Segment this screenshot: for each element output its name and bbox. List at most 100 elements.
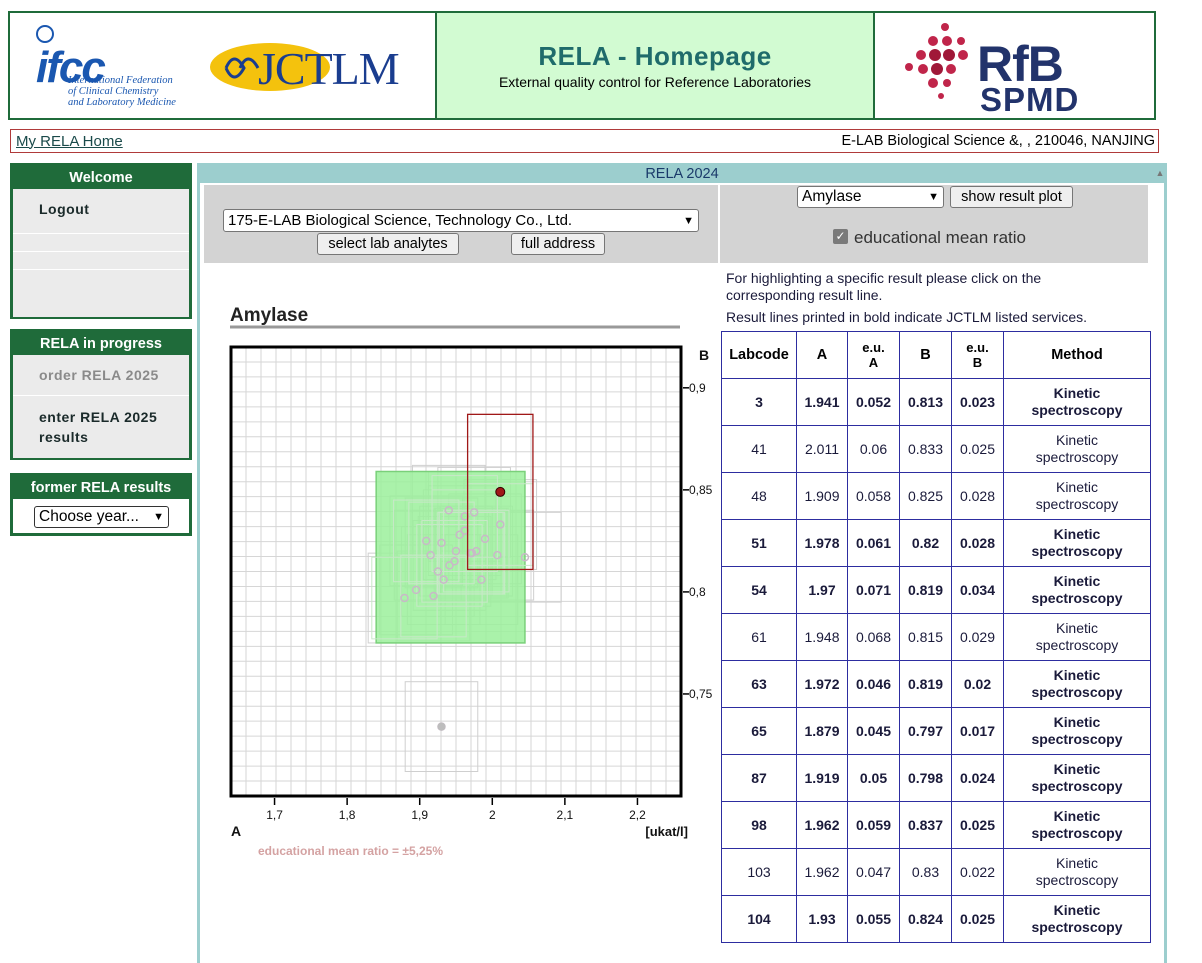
table-cell-eub: 0.025 — [951, 801, 1004, 849]
ifcc-logo-line: International Federation — [68, 75, 173, 86]
table-cell-b: 0.83 — [899, 848, 952, 896]
educational-mean-ratio-label: educational mean ratio — [854, 228, 1027, 247]
lab-select-zone: 175-E-LAB Biological Science, Technology… — [204, 185, 718, 263]
table-cell-a: 1.972 — [796, 660, 848, 708]
table-cell-method: Kinetic spectroscopy — [1003, 848, 1151, 896]
table-cell-a: 1.948 — [796, 613, 848, 661]
table-cell-method: Kinetic spectroscopy — [1003, 895, 1151, 943]
table-cell-b: 0.82 — [899, 519, 952, 567]
table-cell-eua: 0.071 — [847, 566, 900, 614]
table-cell-eub: 0.028 — [951, 519, 1004, 567]
table-row[interactable]: 54 1.97 0.071 0.819 0.034 Kinetic spectroscop… — [721, 566, 1151, 614]
jctlm-logo: JCTLM — [210, 38, 415, 98]
table-row[interactable]: 61 1.948 0.068 0.815 0.029 Kinetic spectrosco… — [721, 613, 1151, 661]
page-header: ifcc International Federation of Clinica… — [8, 11, 1156, 120]
table-cell-b: 0.815 — [899, 613, 952, 661]
y-tick-label: 0,9 — [689, 381, 706, 395]
table-cell-b: 0.825 — [899, 472, 952, 520]
sidebar-blank-row — [13, 269, 189, 317]
year-select[interactable]: Choose year... ▼ — [34, 506, 169, 528]
table-cell-eub: 0.017 — [951, 707, 1004, 755]
x-tick-label: 2,2 — [629, 808, 646, 822]
y-axis-name: B — [699, 347, 709, 363]
sidebar-progress-heading: RELA in progress — [13, 332, 189, 355]
header-logos-left: ifcc International Federation of Clinica… — [10, 13, 437, 118]
table-cell-labcode: 63 — [721, 660, 797, 708]
table-cell-a: 1.879 — [796, 707, 848, 755]
rfb-logo: RfB SPMD — [875, 13, 1154, 118]
table-cell-labcode: 54 — [721, 566, 797, 614]
table-cell-labcode: 98 — [721, 801, 797, 849]
highlight-point — [495, 486, 506, 497]
table-cell-eua: 0.068 — [847, 613, 900, 661]
table-row[interactable]: 51 1.978 0.061 0.82 0.028 Kinetic spectroscop… — [721, 519, 1151, 567]
table-cell-method: Kinetic spectroscopy — [1003, 425, 1151, 473]
table-row[interactable]: 103 1.962 0.047 0.83 0.022 Kinetic spectrosco… — [721, 848, 1151, 896]
col-header: e.u. B — [951, 331, 1004, 379]
col-header-text: e.u. A — [862, 340, 885, 370]
table-cell-b: 0.797 — [899, 707, 952, 755]
ifcc-logo-line: of Clinical Chemistry — [68, 86, 159, 97]
table-cell-eua: 0.05 — [847, 754, 900, 802]
table-cell-eub: 0.024 — [951, 754, 1004, 802]
table-cell-labcode: 61 — [721, 613, 797, 661]
table-cell-a: 1.93 — [796, 895, 848, 943]
table-row[interactable]: 98 1.962 0.059 0.837 0.025 Kinetic spectrosco… — [721, 801, 1151, 849]
full-address-button[interactable]: full address — [511, 233, 605, 255]
lab-select-value: 175-E-LAB Biological Science, Technology… — [228, 212, 573, 229]
logout-link[interactable]: Logout — [13, 189, 189, 233]
table-row[interactable]: 3 1.941 0.052 0.813 0.023 Kinetic spectroscop… — [721, 378, 1151, 426]
table-cell-a: 1.978 — [796, 519, 848, 567]
table-cell-method: Kinetic spectroscopy — [1003, 378, 1151, 426]
x-axis-name: A — [231, 823, 241, 839]
x-tick-label: 1,8 — [339, 808, 356, 822]
table-cell-eub: 0.028 — [951, 472, 1004, 520]
select-lab-analytes-button[interactable]: select lab analytes — [317, 233, 459, 255]
sidebar-blank-row — [13, 233, 189, 251]
table-cell-method: Kinetic spectroscopy — [1003, 707, 1151, 755]
table-row[interactable]: 104 1.93 0.055 0.824 0.025 Kinetic spectrosco… — [721, 895, 1151, 943]
sidebar-welcome-box: Welcome Logout — [10, 163, 192, 319]
analyte-select-value: Amylase — [802, 188, 862, 205]
lab-select[interactable]: 175-E-LAB Biological Science, Technology… — [223, 209, 699, 232]
table-cell-b: 0.824 — [899, 895, 952, 943]
my-rela-home-link[interactable]: My RELA Home — [16, 133, 123, 150]
table-cell-eua: 0.06 — [847, 425, 900, 473]
sidebar-progress-box: RELA in progress order RELA 2025 enter R… — [10, 329, 192, 460]
table-cell-labcode: 3 — [721, 378, 797, 426]
table-cell-eub: 0.025 — [951, 425, 1004, 473]
chart-title: Amylase — [230, 305, 308, 326]
jctlm-logo-text: JCTLM — [258, 43, 400, 94]
show-result-plot-button[interactable]: show result plot — [950, 186, 1073, 208]
table-cell-eua: 0.058 — [847, 472, 900, 520]
table-cell-method: Kinetic spectroscopy — [1003, 566, 1151, 614]
table-cell-labcode: 103 — [721, 848, 797, 896]
educational-mean-ratio-checkbox[interactable]: ✓ — [833, 229, 848, 244]
table-cell-a: 1.941 — [796, 378, 848, 426]
sidebar-former-box: former RELA results Choose year... ▼ — [10, 473, 192, 536]
table-cell-eua: 0.045 — [847, 707, 900, 755]
scroll-up-icon[interactable]: ▲ — [1153, 168, 1167, 182]
table-cell-b: 0.798 — [899, 754, 952, 802]
table-cell-eub: 0.023 — [951, 378, 1004, 426]
table-cell-eua: 0.052 — [847, 378, 900, 426]
table-row[interactable]: 87 1.919 0.05 0.798 0.024 Kinetic spectroscop… — [721, 754, 1151, 802]
table-row[interactable]: 63 1.972 0.046 0.819 0.02 Kinetic spectroscop… — [721, 660, 1151, 708]
table-cell-method: Kinetic spectroscopy — [1003, 660, 1151, 708]
x-unit-label: [ukat/l] — [645, 824, 688, 839]
sidebar-welcome-heading: Welcome — [13, 166, 189, 189]
col-header-text: e.u. B — [966, 340, 989, 370]
table-row[interactable]: 48 1.909 0.058 0.825 0.028 Kinetic spectrosco… — [721, 472, 1151, 520]
order-rela-2025-link[interactable]: order RELA 2025 — [13, 355, 189, 395]
x-tick-label: 1,7 — [266, 808, 283, 822]
col-header: A — [796, 331, 848, 379]
table-row[interactable]: 65 1.879 0.045 0.797 0.017 Kinetic spectrosco… — [721, 707, 1151, 755]
table-cell-b: 0.819 — [899, 566, 952, 614]
y-tick-label: 0,8 — [689, 585, 706, 599]
col-header: Method — [1003, 331, 1151, 379]
analyte-select[interactable]: Amylase ▼ — [797, 186, 944, 208]
sidebar-blank-row — [13, 251, 189, 269]
enter-rela-2025-results-link[interactable]: enter RELA 2025 results — [13, 395, 189, 458]
table-cell-eua: 0.055 — [847, 895, 900, 943]
table-row[interactable]: 41 2.011 0.06 0.833 0.025 Kinetic spectroscop… — [721, 425, 1151, 473]
